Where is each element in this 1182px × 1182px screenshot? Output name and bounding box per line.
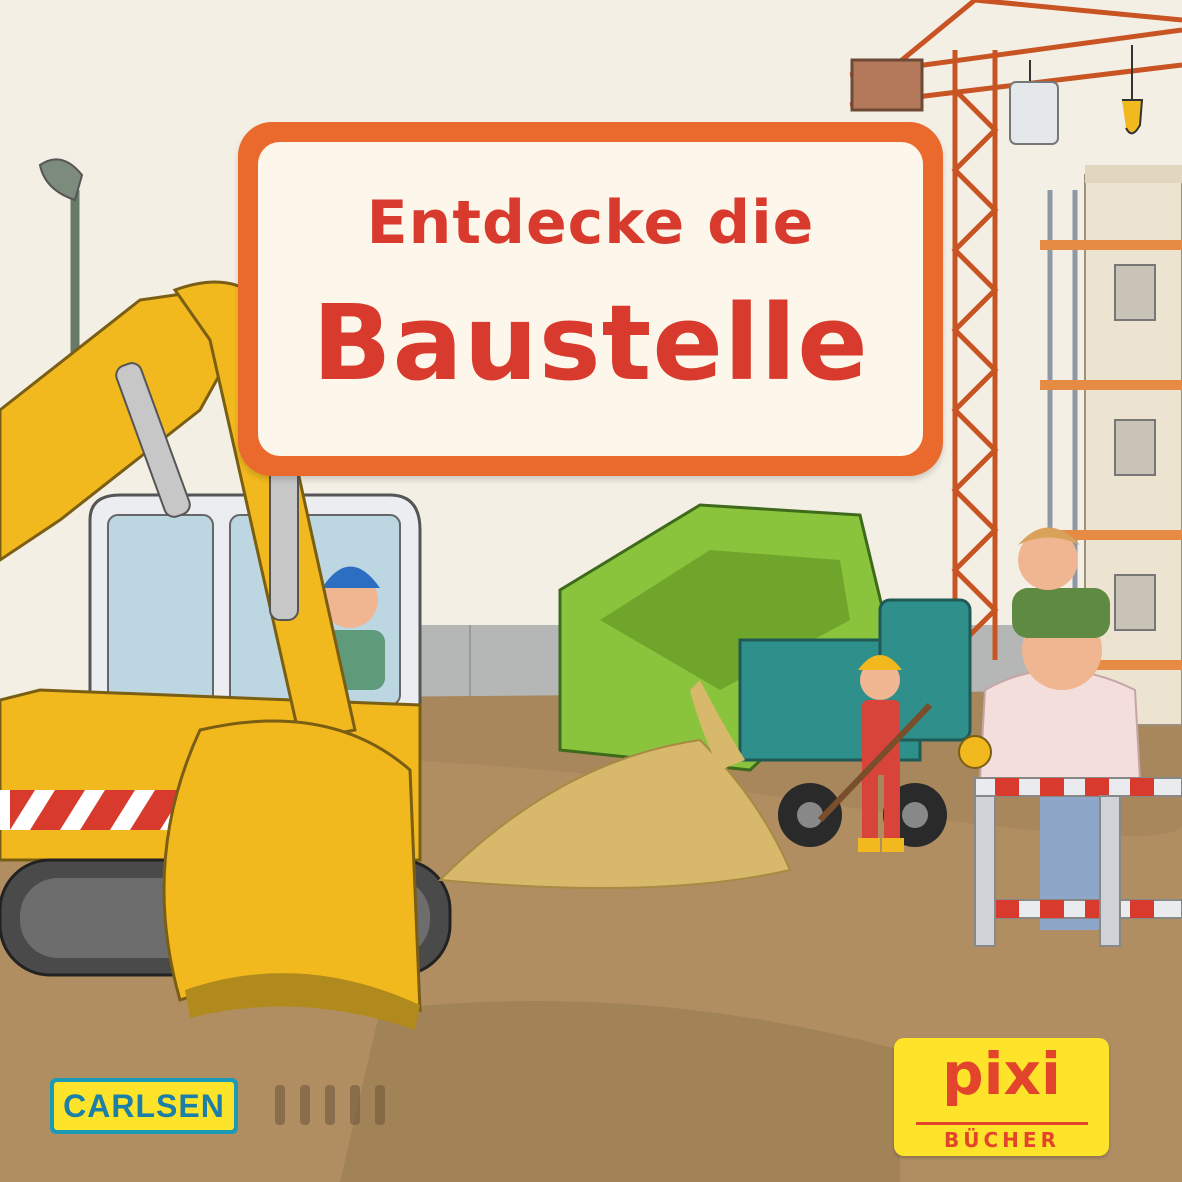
publisher-logo-text: CARLSEN: [54, 1082, 234, 1130]
series-logo: pixi BÜCHER: [894, 1038, 1109, 1156]
book-title-line2: Baustelle: [312, 282, 869, 404]
book-cover: Entdecke die Baustelle CARLSEN pixi BÜCH…: [0, 0, 1182, 1182]
series-logo-sub: BÜCHER: [916, 1122, 1088, 1152]
series-logo-main: pixi: [942, 1040, 1061, 1108]
book-title-line1: Entdecke die: [366, 188, 815, 258]
publisher-logo: CARLSEN: [50, 1078, 238, 1134]
